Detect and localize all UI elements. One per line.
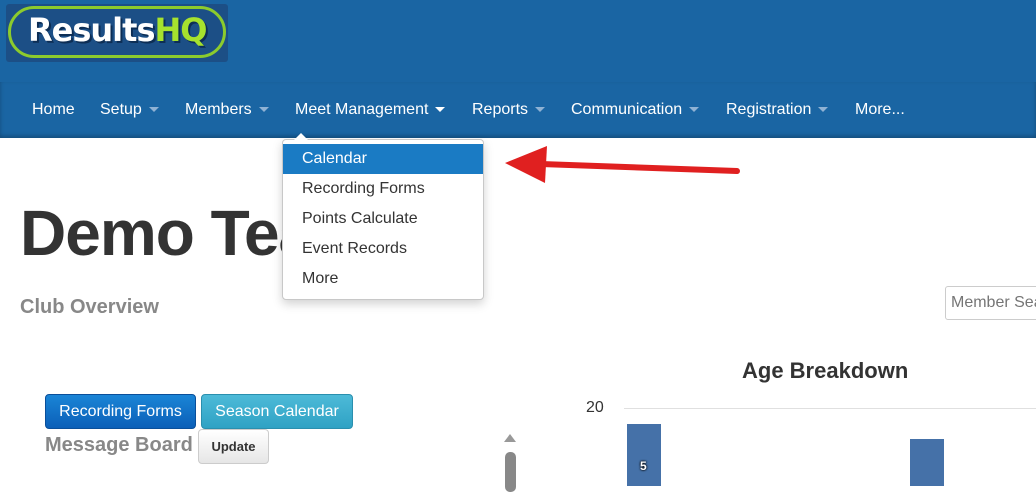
- arrow-shaft: [538, 161, 740, 174]
- menu-item-more[interactable]: More: [283, 264, 483, 294]
- nav-communication[interactable]: Communication: [571, 82, 700, 138]
- y-tick-label: 20: [586, 399, 604, 416]
- nav-communication-label: Communication: [571, 101, 683, 118]
- nav-setup[interactable]: Setup: [100, 82, 159, 138]
- nav-meet-management[interactable]: Meet Management: [295, 82, 446, 138]
- logo-text-hq: HQ: [154, 11, 207, 49]
- club-overview-heading: Club Overview: [20, 296, 159, 318]
- nav-meet-management-label: Meet Management: [295, 101, 429, 118]
- menu-item-points-calculate[interactable]: Points Calculate: [283, 204, 483, 234]
- recording-forms-button[interactable]: Recording Forms: [45, 394, 196, 429]
- scroll-up-arrow-icon[interactable]: [504, 434, 516, 442]
- arrow-head: [505, 146, 547, 183]
- nav-setup-label: Setup: [100, 101, 142, 118]
- header: ResultsHQ: [0, 0, 1036, 82]
- caret-down-icon: [435, 107, 446, 113]
- logo-text-results: Results: [28, 11, 155, 49]
- nav-reports[interactable]: Reports: [472, 82, 546, 138]
- nav-home-label: Home: [32, 101, 75, 118]
- season-calendar-button[interactable]: Season Calendar: [201, 394, 353, 429]
- scrollbar-thumb[interactable]: [505, 452, 516, 492]
- menu-item-event-records[interactable]: Event Records: [283, 234, 483, 264]
- nav-registration-label: Registration: [726, 101, 812, 118]
- menu-item-recording-forms[interactable]: Recording Forms: [283, 174, 483, 204]
- chart-gridline: [624, 408, 1036, 409]
- nav-reports-label: Reports: [472, 101, 529, 118]
- message-board-heading: Message Board: [45, 434, 193, 456]
- chart-bar: [627, 424, 661, 486]
- nav-members[interactable]: Members: [185, 82, 269, 138]
- main-navbar: Home Setup Members Meet Management Repor…: [0, 82, 1036, 138]
- dropdown-notch: [294, 133, 308, 140]
- meet-management-dropdown: Calendar Recording Forms Points Calculat…: [282, 133, 484, 300]
- logo-text: ResultsHQ: [28, 11, 207, 49]
- caret-down-icon: [689, 107, 700, 113]
- member-search-input[interactable]: [945, 286, 1036, 320]
- caret-down-icon: [258, 107, 269, 113]
- red-arrow-annotation: [505, 146, 740, 183]
- resultshq-logo[interactable]: ResultsHQ: [6, 4, 228, 62]
- caret-down-icon: [535, 107, 546, 113]
- chart-data-label: 5: [640, 459, 647, 473]
- nav-members-label: Members: [185, 101, 252, 118]
- nav-home[interactable]: Home: [32, 82, 75, 138]
- nav-more-label: More...: [855, 101, 905, 118]
- menu-item-calendar[interactable]: Calendar: [283, 144, 483, 174]
- nav-registration[interactable]: Registration: [726, 82, 829, 138]
- caret-down-icon: [148, 107, 159, 113]
- caret-down-icon: [818, 107, 829, 113]
- update-button[interactable]: Update: [198, 429, 269, 464]
- chart-title: Age Breakdown: [742, 358, 909, 383]
- chart-bar: [910, 439, 944, 486]
- nav-more[interactable]: More...: [855, 82, 905, 138]
